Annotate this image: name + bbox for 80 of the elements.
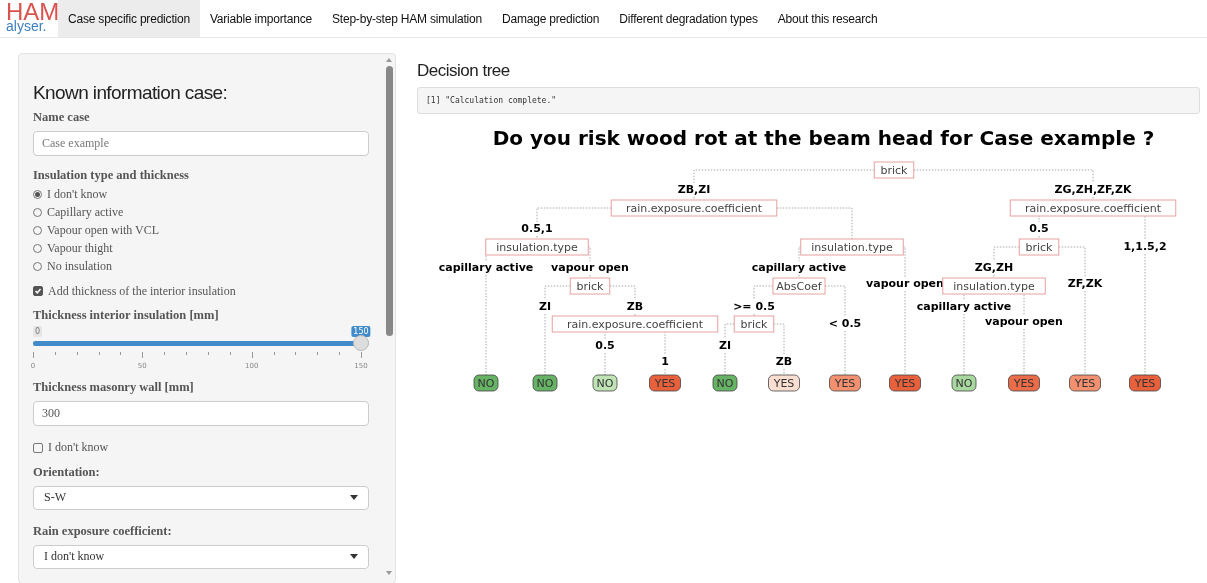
- leaf-node: YES: [768, 374, 800, 392]
- section-heading: Known information case:: [33, 82, 229, 104]
- leaf-node: YES: [1129, 374, 1161, 392]
- checkbox[interactable]: [33, 442, 43, 453]
- edge-label: ZI: [718, 339, 732, 352]
- radio-label: Vapour thight: [47, 240, 113, 256]
- checkbox-label: I don't know: [48, 440, 109, 455]
- scroll-down-icon[interactable]: [386, 571, 392, 575]
- split-node: brick: [733, 315, 775, 333]
- nav-tab[interactable]: About this research: [767, 0, 888, 37]
- leaf-node: YES: [889, 374, 921, 392]
- connector-line: [753, 285, 774, 317]
- field-label: Thickness masonry wall [mm]: [33, 380, 195, 396]
- checkbox-label: Add thickness of the interior insulation: [48, 283, 236, 299]
- edge-label: < 0.5: [828, 317, 862, 330]
- leaf-node: YES: [649, 374, 681, 392]
- split-node: AbsCoef: [772, 277, 826, 295]
- split-node: brick: [569, 277, 611, 295]
- split-node: insulation.type: [485, 238, 589, 256]
- caret-icon: [350, 554, 358, 560]
- split-node: rain.exposure.coefficient: [610, 199, 778, 217]
- edge-label: ZF,ZK: [1067, 277, 1103, 290]
- leaf-node: YES: [829, 374, 861, 392]
- checkbox[interactable]: [33, 286, 43, 297]
- slider-handle[interactable]: [353, 335, 369, 352]
- split-node: rain.exposure.coefficient: [551, 315, 719, 333]
- field-label: Insulation type and thickness: [33, 168, 190, 184]
- edge-label: 1: [661, 355, 669, 368]
- edge-label: vapour open: [985, 315, 1063, 328]
- leaf-node: NO: [532, 374, 558, 392]
- edge-label: capillary active: [916, 300, 1012, 313]
- leaf-node: NO: [712, 374, 738, 392]
- leaf-node: NO: [592, 374, 618, 392]
- section-heading: Decision tree: [417, 61, 511, 81]
- radio-label: Capillary active: [47, 204, 124, 220]
- radio-label: Vapour open with VCL: [47, 222, 160, 238]
- split-node: brick: [873, 161, 915, 179]
- radio-label: No insulation: [47, 259, 112, 274]
- dropdown[interactable]: S-W: [33, 485, 369, 510]
- field-label: Orientation:: [33, 464, 101, 480]
- edge-label: ZG,ZH,ZF,ZK: [1054, 183, 1132, 196]
- dropdown[interactable]: I don't know: [33, 544, 369, 570]
- edge-label: 0.5: [1029, 222, 1049, 235]
- field-label: Rain exposure coefficient:: [33, 523, 173, 539]
- nav-tab[interactable]: Damage prediction: [492, 0, 610, 37]
- caret-icon: [350, 495, 358, 501]
- field-label: Thickness interior insulation [mm]: [33, 308, 220, 324]
- edge-label: capillary active: [751, 261, 847, 274]
- edge-label: 0.5,1: [521, 222, 553, 235]
- field-label: Name case: [33, 110, 91, 125]
- radio-label: I don't know: [47, 186, 108, 202]
- input-field[interactable]: Case example: [33, 131, 369, 157]
- edge-label: ZB,ZI: [677, 183, 711, 196]
- split-node: insulation.type: [800, 238, 904, 256]
- split-node: brick: [1018, 238, 1060, 256]
- edge-label: ZG,ZH: [974, 261, 1014, 274]
- chart-title: Do you risk wood rot at the beam head for Case example ?: [491, 126, 1156, 150]
- edge-label: ZB: [775, 355, 793, 368]
- edge-label: 1,1.5,2: [1123, 240, 1167, 253]
- leaf-node: NO: [473, 374, 499, 392]
- scroll-up-icon[interactable]: [386, 58, 392, 62]
- edge-label: ZB: [626, 300, 644, 313]
- edge-label: vapour open: [551, 261, 629, 274]
- edge-label: 0.5: [595, 339, 615, 352]
- leaf-node: YES: [1069, 374, 1101, 392]
- input-field[interactable]: 300: [33, 401, 369, 427]
- scrollbar-thumb[interactable]: [385, 66, 393, 336]
- edge-label: capillary active: [438, 261, 534, 274]
- leaf-node: NO: [951, 374, 977, 392]
- edge-label: ZI: [538, 300, 552, 313]
- edge-label: vapour open: [866, 277, 944, 290]
- edge-label: >= 0.5: [733, 300, 775, 313]
- output-text: [1] "Calculation complete.": [417, 87, 1200, 114]
- nav-tab[interactable]: Case specific prediction: [58, 0, 200, 37]
- split-node: rain.exposure.coefficient: [1009, 199, 1177, 217]
- split-node: insulation.type: [942, 277, 1046, 295]
- leaf-node: YES: [1008, 374, 1040, 392]
- nav-tab[interactable]: Step-by-step HAM simulation: [322, 0, 492, 37]
- nav-tab[interactable]: Different degradation types: [609, 0, 768, 37]
- nav-tab[interactable]: Variable importance: [199, 0, 322, 37]
